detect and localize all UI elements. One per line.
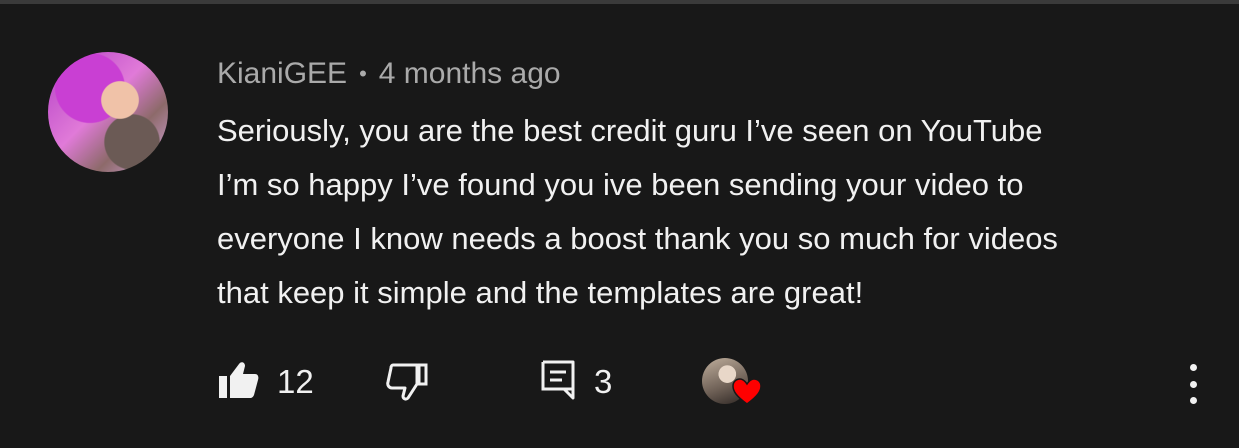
- comment-line: everyone I know needs a boost thank you …: [217, 221, 1058, 256]
- thumbs-up-icon: [217, 360, 259, 405]
- top-divider: [0, 0, 1239, 4]
- comment-icon: [540, 359, 576, 406]
- like-button[interactable]: 12: [217, 360, 314, 404]
- creator-heart: [702, 356, 766, 412]
- meta-separator: •: [359, 61, 367, 86]
- dislike-button[interactable]: [385, 362, 429, 407]
- more-options-button[interactable]: [1187, 364, 1199, 404]
- reply-count: 3: [594, 363, 613, 400]
- comment-header: KianiGEE • 4 months ago: [217, 54, 561, 94]
- comment-line: that keep it simple and the templates ar…: [217, 275, 864, 310]
- heart-icon: [732, 378, 762, 411]
- like-count: 12: [277, 363, 314, 400]
- reply-button[interactable]: 3: [540, 360, 612, 404]
- author-avatar[interactable]: [48, 52, 168, 172]
- menu-dot: [1189, 380, 1197, 388]
- comment-timestamp[interactable]: 4 months ago: [379, 57, 561, 91]
- author-name[interactable]: KianiGEE: [217, 57, 347, 91]
- menu-dot: [1189, 364, 1197, 371]
- comment-line: I’m so happy I’ve found you ive been sen…: [217, 167, 1024, 202]
- comment-text: Seriously, you are the best credit guru …: [217, 104, 1217, 320]
- menu-dot: [1189, 397, 1197, 404]
- thumbs-down-icon: [385, 362, 429, 407]
- comment-line: Seriously, you are the best credit guru …: [217, 113, 1043, 148]
